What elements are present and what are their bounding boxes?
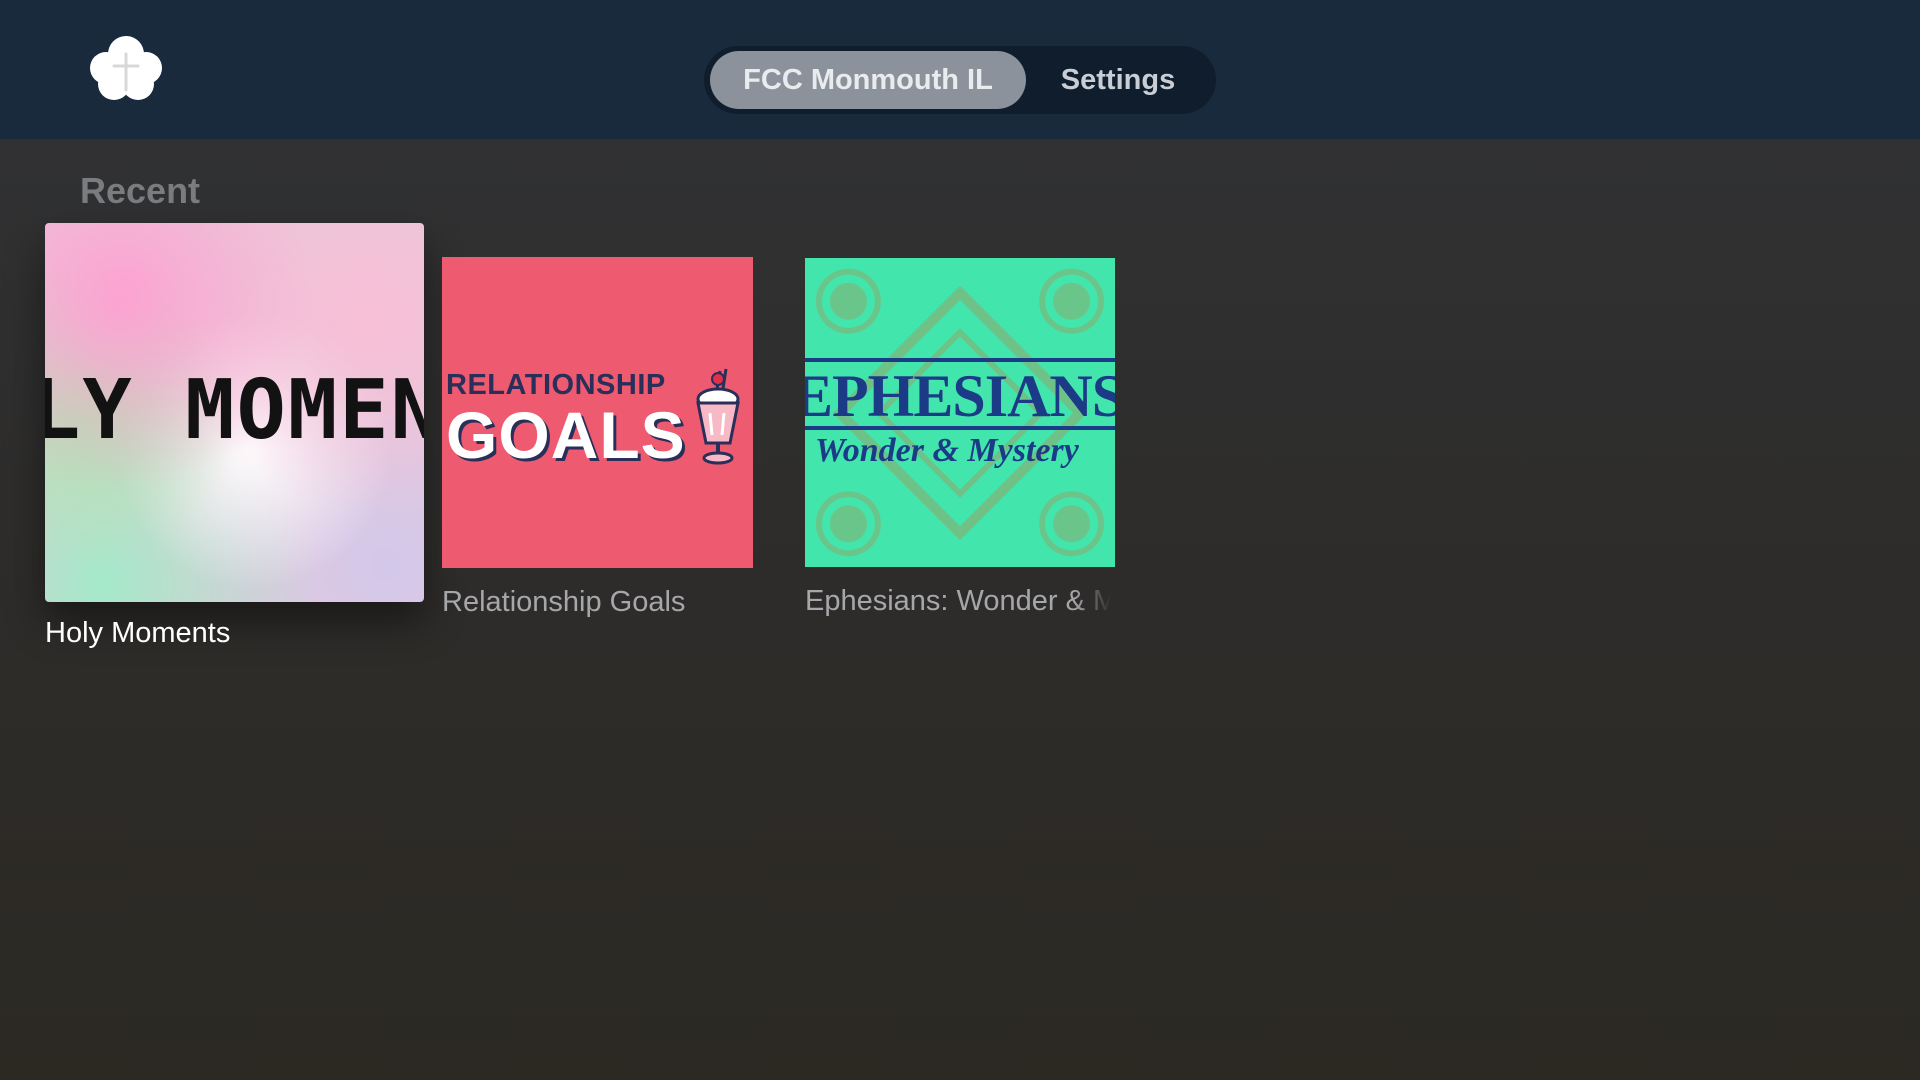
milkshake-icon — [696, 368, 740, 465]
holy-moments-artwork[interactable]: LY MOMEN — [45, 223, 424, 602]
relationship-goals-artwork[interactable]: RELATIONSHIP GOALS — [442, 257, 753, 568]
ephesians-artwork-title: EPHESIANS — [805, 363, 1115, 429]
title-rule-bottom — [805, 426, 1115, 430]
section-title-recent: Recent — [80, 170, 201, 211]
tab-bar: FCC Monmouth IL Settings — [704, 46, 1216, 114]
ephesians-title: Ephesians: Wonder & Mystery — [805, 585, 1111, 617]
relationship-artwork-large-text: GOALS — [446, 398, 686, 472]
tab-settings[interactable]: Settings — [1026, 51, 1210, 109]
holy-moments-title: Holy Moments — [45, 617, 231, 649]
ephesians-artwork-subtitle: Wonder & Mystery — [815, 432, 1079, 469]
top-navigation-bar: FCC Monmouth IL Settings — [0, 0, 1920, 139]
tv-app-screen: FCC Monmouth IL Settings Recent LY MOMEN… — [0, 0, 1920, 1080]
ephesians-artwork[interactable]: EPHESIANS Wonder & Mystery — [805, 258, 1115, 567]
cloud-cross-icon — [90, 36, 162, 100]
tab-fcc-monmouth-il[interactable]: FCC Monmouth IL — [710, 51, 1026, 109]
holy-moments-artwork-text: LY MOMEN — [45, 363, 424, 458]
relationship-goals-title: Relationship Goals — [442, 586, 686, 618]
